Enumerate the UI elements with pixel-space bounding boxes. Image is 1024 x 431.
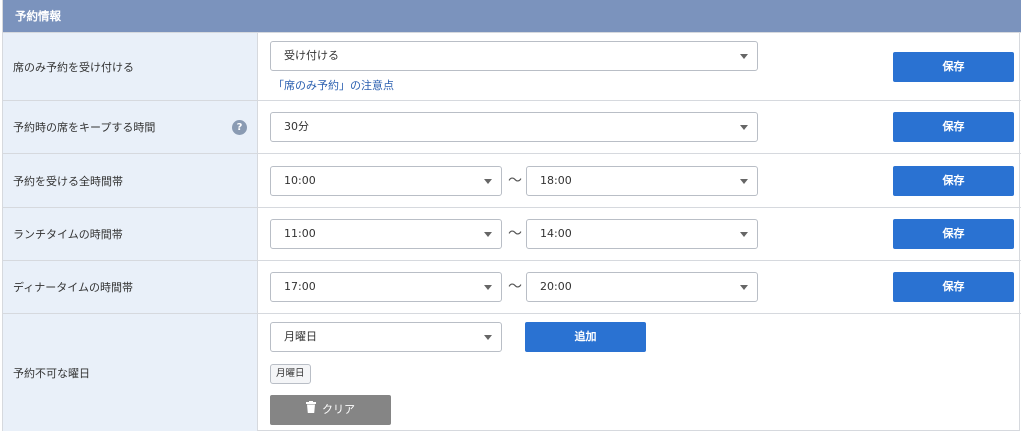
seat-keep-time-select[interactable]: 30分: [270, 112, 758, 142]
weekday-chip[interactable]: 月曜日: [270, 364, 311, 384]
caret-down-icon: [740, 232, 748, 237]
start-time-select[interactable]: 17:00: [270, 272, 502, 302]
caret-down-icon: [484, 179, 492, 184]
row-dinner-hours: ディナータイムの時間帯 17:00 〜 20:00 保存: [3, 260, 1021, 313]
row-label-cell: 予約時の席をキープする時間 ?: [3, 101, 258, 153]
row-seat-only-reservation: 席のみ予約を受け付ける 受け付ける 「席のみ予約」の注意点 保存: [3, 32, 1021, 100]
caret-down-icon: [484, 285, 492, 290]
save-button[interactable]: 保存: [893, 166, 1014, 196]
caret-down-icon: [740, 285, 748, 290]
select-value: 18:00: [540, 174, 572, 187]
caret-down-icon: [740, 179, 748, 184]
select-value: 11:00: [284, 227, 316, 240]
caret-down-icon: [484, 232, 492, 237]
row-unavailable-weekdays: 予約不可な曜日 月曜日 追加 月曜日 クリア: [3, 313, 1021, 431]
seat-only-notes-link[interactable]: 「席のみ予約」の注意点: [273, 77, 394, 93]
weekday-select[interactable]: 月曜日: [270, 322, 502, 352]
question-icon[interactable]: ?: [232, 120, 247, 135]
end-time-select[interactable]: 14:00: [526, 219, 758, 249]
row-label-cell: ディナータイムの時間帯: [3, 261, 258, 313]
row-label: 予約を受ける全時間帯: [13, 174, 123, 188]
select-value: 14:00: [540, 227, 572, 240]
caret-down-icon: [740, 125, 748, 130]
range-separator: 〜: [508, 279, 522, 295]
select-value: 30分: [284, 120, 309, 133]
row-label-cell: 予約不可な曜日: [3, 314, 258, 431]
range-separator: 〜: [508, 226, 522, 242]
select-value: 月曜日: [284, 330, 317, 343]
caret-down-icon: [484, 335, 492, 340]
save-button[interactable]: 保存: [893, 112, 1014, 142]
select-value: 17:00: [284, 280, 316, 293]
row-label: 席のみ予約を受け付ける: [13, 60, 134, 74]
clear-button[interactable]: クリア: [270, 395, 391, 425]
select-value: 20:00: [540, 280, 572, 293]
row-label: ランチタイムの時間帯: [13, 228, 123, 241]
caret-down-icon: [740, 54, 748, 59]
row-label: ディナータイムの時間帯: [13, 281, 134, 294]
row-label-cell: ランチタイムの時間帯: [3, 208, 258, 260]
save-button[interactable]: 保存: [893, 272, 1014, 302]
save-button[interactable]: 保存: [893, 219, 1014, 249]
reservation-info-panel: 予約情報 席のみ予約を受け付ける 受け付ける 「席のみ予約」の注意点 保存 予約…: [2, 0, 1021, 431]
add-weekday-button[interactable]: 追加: [525, 322, 646, 352]
save-button[interactable]: 保存: [893, 52, 1014, 82]
row-label-cell: 席のみ予約を受け付ける: [3, 33, 258, 100]
row-all-reservation-hours: 予約を受ける全時間帯 10:00 〜 18:00 保存: [3, 153, 1021, 207]
start-time-select[interactable]: 10:00: [270, 166, 502, 196]
seat-only-reservation-select[interactable]: 受け付ける: [270, 41, 758, 71]
trash-icon: [306, 395, 316, 425]
select-value: 受け付ける: [284, 49, 339, 62]
select-value: 10:00: [284, 174, 316, 187]
range-separator: 〜: [508, 173, 522, 189]
start-time-select[interactable]: 11:00: [270, 219, 502, 249]
row-label-cell: 予約を受ける全時間帯: [3, 154, 258, 207]
row-label: 予約不可な曜日: [13, 366, 90, 380]
end-time-select[interactable]: 18:00: [526, 166, 758, 196]
clear-button-label: クリア: [322, 403, 355, 416]
row-lunch-hours: ランチタイムの時間帯 11:00 〜 14:00 保存: [3, 207, 1021, 260]
row-label: 予約時の席をキープする時間: [13, 121, 156, 134]
row-seat-keep-time: 予約時の席をキープする時間 ? 30分 保存: [3, 100, 1021, 153]
panel-title: 予約情報: [3, 0, 1021, 32]
end-time-select[interactable]: 20:00: [526, 272, 758, 302]
